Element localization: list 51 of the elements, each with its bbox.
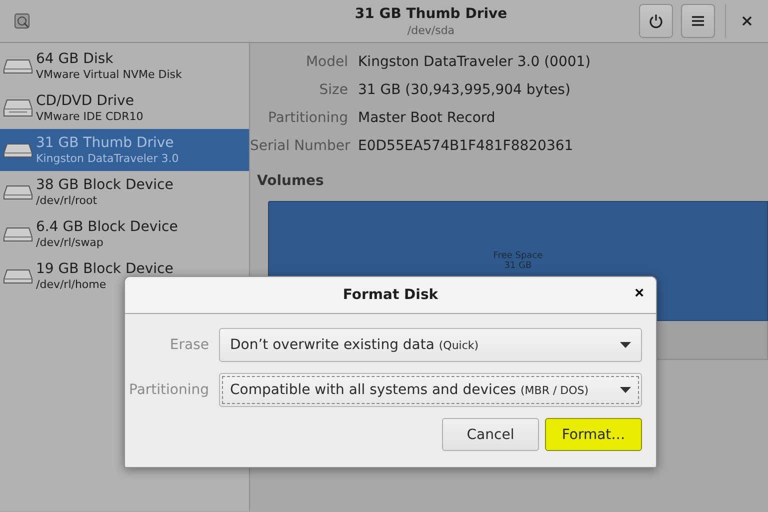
dropdown[interactable]: Don’t overwrite existing data (Quick) (219, 328, 642, 362)
volume-name: Free Space (493, 251, 543, 261)
hard-drive-icon (3, 58, 33, 74)
volumes-heading: Volumes (257, 173, 325, 189)
window-title: 31 GB Thumb Drive (354, 6, 508, 22)
drive-detail: VMware IDE CDR10 (36, 110, 144, 124)
drive-item[interactable]: 64 GB Disk VMware Virtual NVMe Disk (0, 45, 249, 87)
drive-detail: /dev/rl/root (36, 194, 98, 208)
drive-detail: VMware Virtual NVMe Disk (36, 68, 182, 82)
format-button[interactable]: Format… (545, 418, 642, 451)
drive-name: CD/DVD Drive (36, 92, 135, 110)
detail-label: Partitioning (267, 109, 348, 128)
detail-label: Model (304, 53, 348, 72)
dropdown-arrow-icon (620, 342, 631, 348)
field-label: Erase (168, 337, 209, 353)
hard-drive-icon (3, 226, 33, 242)
optical-drive-icon (3, 98, 33, 118)
volume-size: 31 GB (504, 261, 532, 271)
drive-item[interactable]: 38 GB Block Device /dev/rl/root (0, 171, 249, 213)
detail-value: Master Boot Record (358, 109, 496, 128)
drive-detail: Kingston DataTraveler 3.0 (36, 152, 179, 166)
window-subtitle: /dev/sda (407, 24, 455, 36)
detail-value: Kingston DataTraveler 3.0 (0001) (358, 53, 592, 72)
close-button[interactable]: × (632, 285, 646, 303)
menu-button[interactable] (681, 4, 715, 38)
drive-name: 19 GB Block Device (36, 260, 174, 278)
close-icon (742, 16, 752, 26)
drive-name: 38 GB Block Device (36, 176, 174, 194)
field-label: Partitioning (128, 382, 209, 398)
menu-icon (691, 15, 705, 27)
dropdown-arrow-icon (620, 387, 631, 393)
hard-drive-icon (3, 142, 33, 158)
drive-detail: /dev/rl/home (36, 278, 108, 292)
dropdown[interactable]: Compatible with all systems and devices (MBR / DOS) (219, 373, 642, 407)
drive-item[interactable]: CD/DVD Drive VMware IDE CDR10 (0, 87, 249, 129)
dialog-title: Format Disk (342, 287, 438, 303)
cancel-button[interactable]: Cancel (442, 418, 539, 451)
power-button[interactable] (639, 4, 673, 38)
drive-name: 6.4 GB Block Device (36, 218, 178, 236)
hard-drive-icon (3, 268, 33, 284)
detail-value: E0D55EA574B1F481F8820361 (358, 137, 574, 156)
drive-item[interactable]: 6.4 GB Block Device /dev/rl/swap (0, 213, 249, 255)
detail-label: Serial Number (250, 137, 348, 156)
drive-detail: /dev/rl/swap (36, 236, 104, 250)
hard-drive-icon (3, 184, 33, 200)
detail-label: Size (318, 81, 348, 100)
drive-name: 64 GB Disk (36, 50, 114, 68)
detail-value: 31 GB (30,943,995,904 bytes) (358, 81, 572, 100)
drive-name: 31 GB Thumb Drive (36, 134, 175, 152)
power-icon (648, 13, 664, 29)
drive-item[interactable]: 19 GB Block Device /dev/rl/home (0, 255, 249, 297)
